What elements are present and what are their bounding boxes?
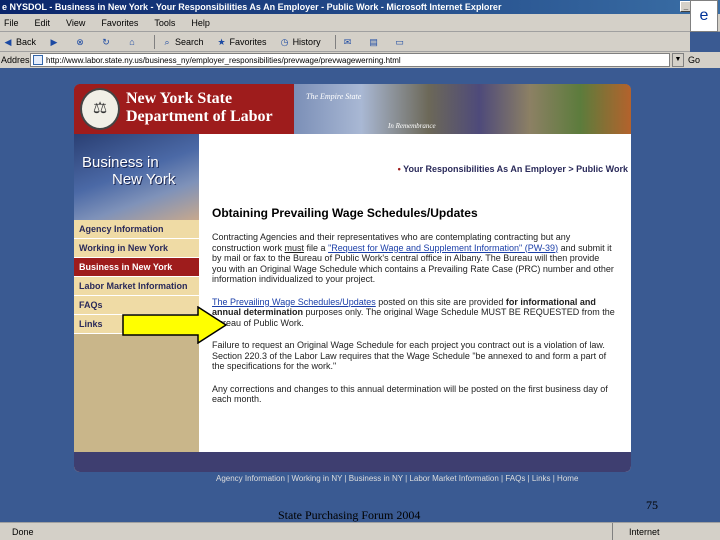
status-text: Done — [12, 526, 34, 537]
nav-item-agency-information[interactable]: Agency Information — [74, 220, 199, 239]
breadcrumb: • Your Responsibilities As An Employer >… — [214, 164, 628, 174]
edit-icon: ▭ — [395, 36, 404, 47]
schedules-link[interactable]: The Prevailing Wage Schedules/Updates — [212, 297, 376, 307]
print-button[interactable]: ▤ — [366, 36, 384, 48]
slide-footer: State Purchasing Forum 2004 — [278, 508, 421, 522]
banner-tagline: The Empire State — [306, 92, 362, 101]
hero-text-2: New York — [112, 171, 176, 188]
toolbar-separator — [334, 34, 336, 49]
callout-arrow-icon — [122, 306, 228, 344]
menu-favorites[interactable]: Favorites — [101, 18, 138, 28]
search-button[interactable]: ⌕ Search — [159, 36, 206, 48]
web-page: ⚖ New York State Department of Labor The… — [74, 84, 631, 472]
empire-state-banner: The Empire State In Remembrance — [294, 84, 631, 134]
menu-file[interactable]: File — [4, 18, 19, 28]
main-content: Obtaining Prevailing Wage Schedules/Upda… — [212, 206, 616, 417]
mail-icon: ✉ — [343, 36, 352, 47]
menu-bar: File Edit View Favorites Tools Help — [0, 14, 720, 32]
org-name: New York State Department of Labor — [126, 90, 273, 125]
refresh-icon: ↻ — [102, 36, 110, 47]
nav-item-business-in-new-york[interactable]: Business in New York — [74, 258, 199, 277]
window-title-bar: e NYSDOL - Business in New York - Your R… — [0, 0, 720, 14]
mail-button[interactable]: ✉ — [340, 36, 358, 48]
back-arrow-icon: ◀ — [4, 36, 12, 47]
site-header: ⚖ New York State Department of Labor The… — [74, 84, 631, 134]
toolbar-separator — [154, 34, 156, 49]
back-button[interactable]: ◀ Back — [0, 36, 38, 48]
history-icon: ◷ — [280, 36, 289, 47]
breadcrumb-separator: > — [568, 164, 574, 174]
window-title: NYSDOL - Business in New York - Your Res… — [9, 2, 502, 12]
bullet-icon: • — [397, 164, 401, 174]
address-dropdown-icon[interactable]: ▼ — [672, 53, 684, 67]
pw39-link[interactable]: "Request for Wage and Supplement Informa… — [328, 243, 558, 253]
paragraph-corrections: Any corrections and changes to this annu… — [212, 383, 608, 405]
menu-tools[interactable]: Tools — [154, 18, 175, 28]
favorites-button[interactable]: ★ Favorites — [214, 36, 269, 48]
home-button[interactable]: ⌂ — [124, 36, 142, 48]
edit-button[interactable]: ▭ — [392, 36, 410, 48]
menu-view[interactable]: View — [66, 18, 85, 28]
stop-icon: ⊗ — [76, 36, 84, 47]
dol-logo[interactable]: ⚖ New York State Department of Labor — [74, 84, 294, 134]
state-seal-icon: ⚖ — [80, 88, 120, 130]
print-icon: ▤ — [369, 36, 378, 47]
home-icon: ⌂ — [129, 36, 135, 47]
history-button[interactable]: ◷ History — [277, 36, 323, 48]
slide-number: 75 — [646, 498, 658, 512]
forward-button[interactable]: ▶ — [46, 36, 64, 48]
go-button[interactable]: Go — [688, 55, 700, 65]
stop-button[interactable]: ⊗ — [72, 36, 90, 48]
nav-item-labor-market-information[interactable]: Labor Market Information — [74, 277, 199, 296]
hero-text-1: Business in — [82, 154, 159, 171]
banner-caption: In Remembrance — [388, 122, 436, 130]
page-icon — [33, 55, 43, 65]
left-nav: Business in New York Agency Information … — [74, 134, 199, 472]
address-url: http://www.labor.state.ny.us/business_ny… — [46, 55, 401, 65]
security-zone: Internet — [612, 523, 720, 540]
paragraph-failure: Failure to request an Original Wage Sche… — [212, 340, 607, 371]
ie-icon: e — [2, 2, 10, 12]
status-bar: Done Internet — [0, 522, 720, 540]
address-input[interactable]: http://www.labor.state.ny.us/business_ny… — [30, 53, 670, 67]
paragraph-request: Contracting Agencies and their represent… — [212, 232, 614, 284]
business-hero-image: Business in New York — [74, 134, 199, 220]
toolbar: ◀ Back ▶ ⊗ ↻ ⌂ ⌕ Search ★ Favorites ◷ Histor… — [0, 32, 690, 52]
footer-band — [74, 452, 631, 472]
search-icon: ⌕ — [164, 36, 170, 47]
nav-item-working-in-new-york[interactable]: Working in New York — [74, 239, 199, 258]
paragraph-schedules: The Prevailing Wage Schedules/Updates po… — [212, 296, 615, 328]
refresh-button[interactable]: ↻ — [98, 36, 116, 48]
favorites-icon: ★ — [217, 36, 226, 47]
menu-edit[interactable]: Edit — [35, 18, 51, 28]
page-title: Obtaining Prevailing Wage Schedules/Upda… — [212, 206, 478, 220]
footer-links[interactable]: Agency Information | Working in NY | Bus… — [216, 474, 578, 483]
address-label: Address — [1, 55, 35, 65]
forward-arrow-icon: ▶ — [50, 36, 58, 47]
breadcrumb-public-work[interactable]: Public Work — [576, 164, 628, 174]
ie-throbber-icon: e — [690, 0, 718, 32]
address-bar: Address http://www.labor.state.ny.us/bus… — [0, 52, 720, 68]
menu-help[interactable]: Help — [191, 18, 210, 28]
breadcrumb-responsibilities[interactable]: Your Responsibilities As An Employer — [403, 164, 566, 174]
